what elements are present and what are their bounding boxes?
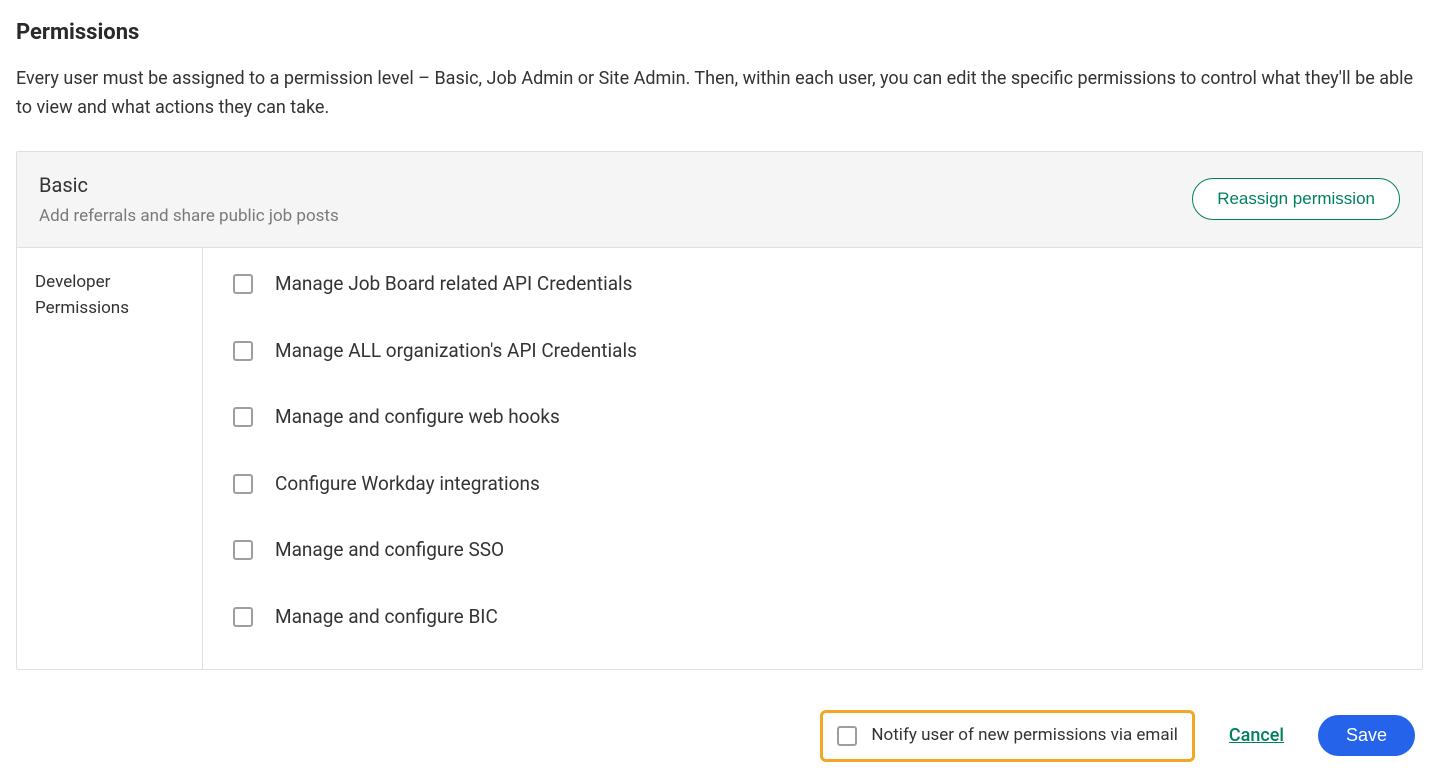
permission-checkbox[interactable]	[233, 540, 253, 560]
permission-item: Configure Workday integrations	[233, 470, 1392, 499]
permission-checkbox[interactable]	[233, 341, 253, 361]
permission-checkbox[interactable]	[233, 274, 253, 294]
panel-body: Developer Permissions Manage Job Board r…	[17, 248, 1422, 669]
permission-panel: Basic Add referrals and share public job…	[16, 151, 1423, 671]
sidebar: Developer Permissions	[17, 248, 203, 669]
permission-label: Manage and configure SSO	[275, 536, 504, 565]
permission-item: Manage and configure BIC	[233, 603, 1392, 632]
permission-label: Manage ALL organization's API Credential…	[275, 337, 637, 366]
permission-label: Manage and configure BIC	[275, 603, 498, 632]
permission-checkbox[interactable]	[233, 407, 253, 427]
page-description: Every user must be assigned to a permiss…	[16, 65, 1423, 123]
reassign-permission-button[interactable]: Reassign permission	[1192, 178, 1400, 220]
panel-subtitle: Add referrals and share public job posts	[39, 204, 339, 230]
permission-checkbox[interactable]	[233, 474, 253, 494]
notify-highlight-box: Notify user of new permissions via email	[820, 710, 1194, 762]
permission-label: Manage and configure web hooks	[275, 403, 560, 432]
sidebar-section-label[interactable]: Developer Permissions	[35, 270, 184, 321]
permission-item: Manage Job Board related API Credentials	[233, 270, 1392, 299]
notify-label: Notify user of new permissions via email	[871, 723, 1177, 749]
panel-title: Basic	[39, 170, 339, 200]
permission-label: Manage Job Board related API Credentials	[275, 270, 632, 299]
panel-header: Basic Add referrals and share public job…	[17, 152, 1422, 249]
permission-checkbox[interactable]	[233, 607, 253, 627]
permission-item: Manage and configure web hooks	[233, 403, 1392, 432]
footer-actions: Notify user of new permissions via email…	[16, 710, 1423, 762]
save-button[interactable]: Save	[1318, 715, 1415, 756]
permission-item: Manage and configure SSO	[233, 536, 1392, 565]
permission-item: Manage ALL organization's API Credential…	[233, 337, 1392, 366]
permissions-list: Manage Job Board related API Credentials…	[203, 248, 1422, 669]
cancel-button[interactable]: Cancel	[1229, 722, 1284, 749]
page-title: Permissions	[16, 16, 1423, 49]
permission-label: Configure Workday integrations	[275, 470, 540, 499]
notify-checkbox[interactable]	[837, 726, 857, 746]
panel-header-text: Basic Add referrals and share public job…	[39, 170, 339, 230]
